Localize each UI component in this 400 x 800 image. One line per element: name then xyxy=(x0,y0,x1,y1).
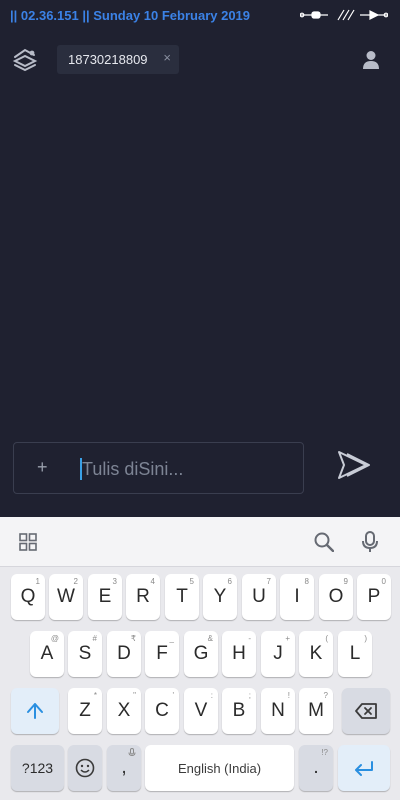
layers-logo-icon[interactable] xyxy=(12,46,38,74)
key-k[interactable]: (K xyxy=(299,631,333,677)
emoji-icon xyxy=(75,758,95,778)
symbols-key[interactable]: ?123 xyxy=(11,745,64,791)
key-b[interactable]: ; B xyxy=(222,688,256,734)
close-icon[interactable]: × xyxy=(163,50,171,65)
key-m[interactable]: ? M xyxy=(299,688,333,734)
key-a[interactable]: @ A xyxy=(30,631,64,677)
emoji-key[interactable] xyxy=(68,745,102,791)
key-v[interactable]: :V xyxy=(184,688,218,734)
key-f[interactable]: _ F xyxy=(145,631,179,677)
key-g[interactable]: & G xyxy=(184,631,218,677)
search-icon[interactable] xyxy=(314,532,334,552)
keyboard: 1Q 2W 3E 4R 5T 6Y 7U 8I 9O 0P @ A # S ₹ D _… xyxy=(0,517,400,800)
microphone-hint-icon xyxy=(128,748,136,757)
period-key[interactable]: !?. xyxy=(299,745,333,791)
key-t[interactable]: 5T xyxy=(165,574,199,620)
backspace-key[interactable] xyxy=(342,688,390,734)
space-key[interactable]: English (India) xyxy=(145,745,294,791)
key-c[interactable]: ' C xyxy=(145,688,179,734)
key-i[interactable]: 8I xyxy=(280,574,314,620)
key-l[interactable]: ) L xyxy=(338,631,372,677)
key-e[interactable]: 3E xyxy=(88,574,122,620)
attach-plus-button[interactable]: + xyxy=(37,457,48,477)
shift-key[interactable] xyxy=(11,688,59,734)
grid-icon[interactable] xyxy=(19,533,37,551)
key-p[interactable]: 0P xyxy=(357,574,391,620)
key-x[interactable]: " X xyxy=(107,688,141,734)
shift-arrow-icon xyxy=(27,703,43,719)
enter-key[interactable] xyxy=(338,745,390,791)
key-n[interactable]: ! N xyxy=(261,688,295,734)
key-u[interactable]: 7U xyxy=(242,574,276,620)
recipient-chip[interactable]: 18730218809 × xyxy=(57,45,179,74)
message-composer: + xyxy=(13,442,304,494)
message-input[interactable] xyxy=(82,456,292,482)
key-o[interactable]: 9O xyxy=(319,574,353,620)
status-icons xyxy=(300,9,388,21)
microphone-icon[interactable] xyxy=(361,531,379,553)
signal-decoration-icon xyxy=(300,9,388,21)
enter-icon xyxy=(355,761,373,776)
status-bar: || 02.36.151 || Sunday 10 February 2019 xyxy=(0,0,400,30)
key-h[interactable]: -H xyxy=(222,631,256,677)
key-r[interactable]: 4R xyxy=(126,574,160,620)
recipient-chip-label: 18730218809 xyxy=(68,52,148,67)
key-y[interactable]: 6Y xyxy=(203,574,237,620)
backspace-icon xyxy=(355,703,377,719)
key-s[interactable]: # S xyxy=(68,631,102,677)
comma-key[interactable]: , xyxy=(107,745,141,791)
key-z[interactable]: * Z xyxy=(68,688,102,734)
key-d[interactable]: ₹ D xyxy=(107,631,141,677)
keyboard-toolbar xyxy=(0,517,400,567)
send-icon[interactable] xyxy=(336,449,372,481)
key-j[interactable]: + J xyxy=(261,631,295,677)
key-q[interactable]: 1Q xyxy=(11,574,45,620)
status-bar-text: || 02.36.151 || Sunday 10 February 2019 xyxy=(10,8,251,23)
person-icon[interactable] xyxy=(362,50,380,70)
key-w[interactable]: 2W xyxy=(49,574,83,620)
